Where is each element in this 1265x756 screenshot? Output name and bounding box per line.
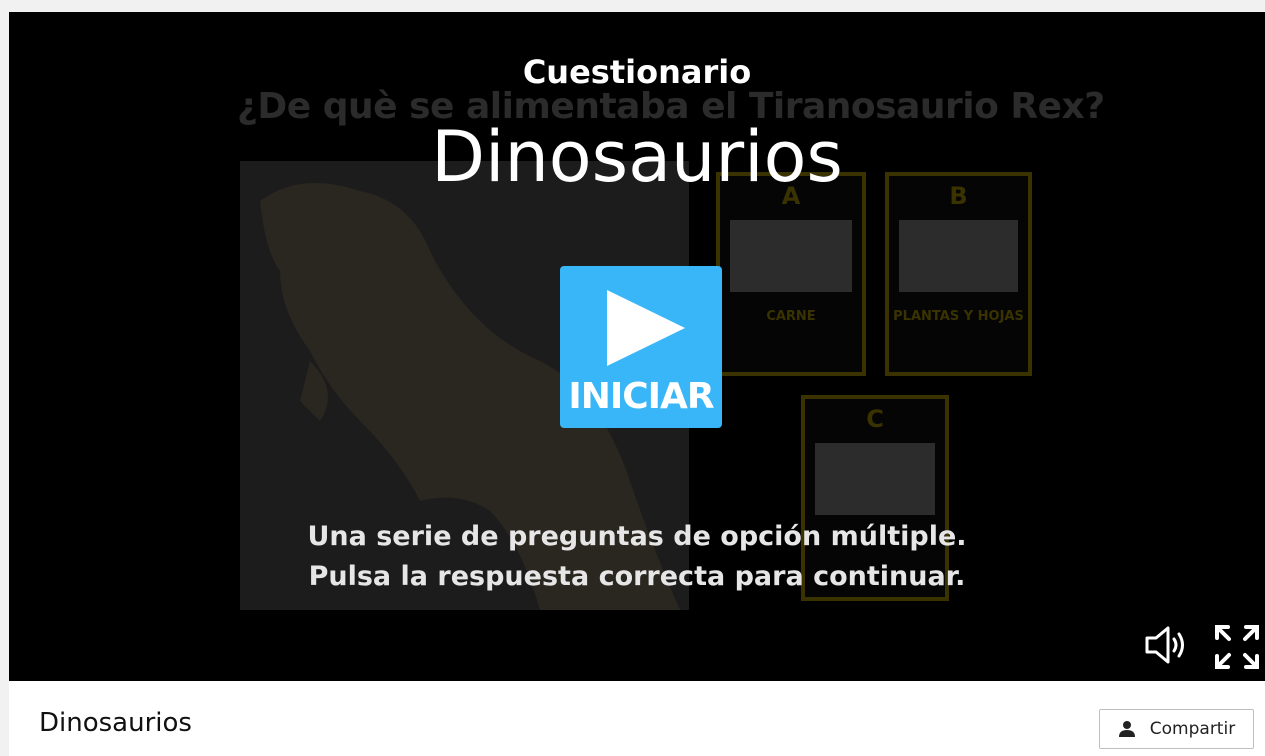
- share-button[interactable]: Compartir: [1099, 709, 1254, 749]
- quiz-description: Una serie de preguntas de opción múltipl…: [9, 517, 1265, 597]
- quiz-kicker: Cuestionario: [522, 53, 752, 91]
- play-icon: [607, 290, 685, 366]
- content-footer: Dinosaurios Compartir: [9, 681, 1265, 756]
- start-label: INICIAR: [568, 376, 714, 417]
- answer-caption: CARNE: [766, 309, 816, 324]
- volume-icon[interactable]: [1144, 625, 1190, 665]
- answer-card-b: B PLANTAS Y HOJAS: [885, 172, 1032, 376]
- person-icon: [1118, 721, 1135, 737]
- tree-image: [899, 220, 1018, 292]
- fullscreen-icon[interactable]: [1214, 624, 1260, 670]
- start-button[interactable]: INICIAR: [560, 266, 722, 428]
- description-line-2: Pulsa la respuesta correcta para continu…: [308, 561, 966, 592]
- description-line-1: Una serie de preguntas de opción múltipl…: [307, 521, 967, 552]
- quiz-player: ¿De què se alimentaba el Tiranosaurio Re…: [9, 12, 1265, 681]
- answer-letter: C: [866, 405, 884, 433]
- content-title: Dinosaurios: [39, 708, 192, 738]
- answer-caption: PLANTAS Y HOJAS: [893, 309, 1024, 324]
- rocks-image: [815, 443, 935, 515]
- answer-card-a: A CARNE: [716, 172, 866, 376]
- share-label: Compartir: [1149, 719, 1236, 739]
- quiz-title: Dinosaurios: [431, 116, 843, 198]
- meat-image: [730, 220, 852, 292]
